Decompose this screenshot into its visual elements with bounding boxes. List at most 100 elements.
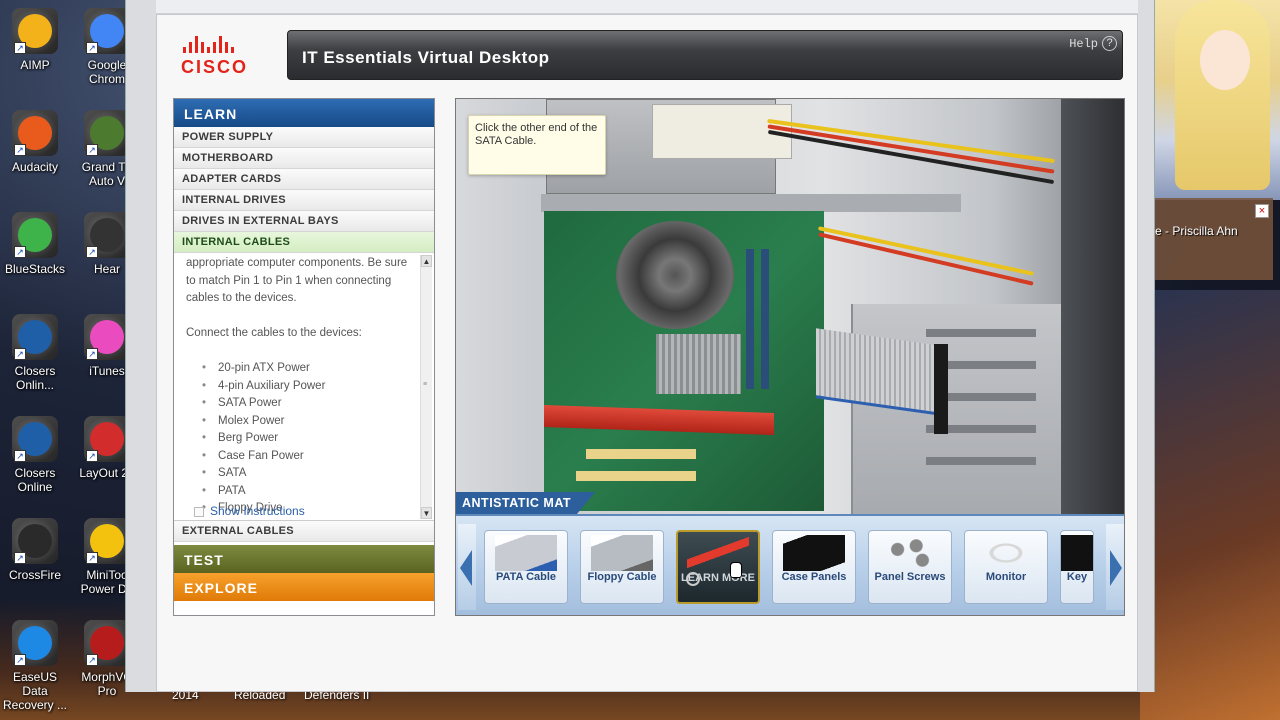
tray-item-label[interactable]: Key: [1061, 571, 1093, 583]
menu-item-external-cables[interactable]: EXTERNAL CABLES: [174, 521, 434, 542]
learn-menu: POWER SUPPLY MOTHERBOARD ADAPTER CARDS INTE…: [174, 127, 434, 253]
tray-item[interactable]: Case Panels: [772, 530, 856, 604]
cable-list-item: Berg Power: [208, 430, 412, 448]
desktop-icon[interactable]: ↗ BlueStacks: [0, 212, 70, 276]
computer-viewer[interactable]: Click the other end of the SATA Cable. A…: [455, 98, 1125, 616]
pci-slot: [576, 471, 696, 481]
desktop-icon[interactable]: ↗ Closers Onlin...: [0, 314, 70, 392]
keyboard-icon[interactable]: [1061, 535, 1093, 571]
section-learn[interactable]: LEARN: [174, 99, 434, 127]
tray-scroll-left[interactable]: [458, 524, 476, 610]
monitor-cable-icon[interactable]: [975, 535, 1037, 571]
shortcut-arrow-icon: ↗: [14, 552, 26, 564]
tray-scroll-right[interactable]: [1106, 524, 1124, 610]
app-title: IT Essentials Virtual Desktop: [302, 48, 550, 67]
desktop-icon-label[interactable]: Audacity: [0, 160, 70, 174]
menu-item-power-supply[interactable]: POWER SUPPLY: [174, 127, 434, 148]
show-instructions-label[interactable]: Show Instructions: [210, 504, 305, 518]
tray-item[interactable]: Monitor: [964, 530, 1048, 604]
tray-item[interactable]: Panel Screws: [868, 530, 952, 604]
cable-list-item: SATA Power: [208, 395, 412, 413]
cable-list-item: Case Fan Power: [208, 448, 412, 466]
tray-item[interactable]: Floppy Cable: [580, 530, 664, 604]
chassis-frame: [541, 194, 961, 212]
cable-list-item: SATA: [208, 465, 412, 483]
aimp-icon[interactable]: ↗: [12, 8, 58, 54]
shortcut-arrow-icon: ↗: [86, 42, 98, 54]
desktop-icon[interactable]: ↗ CrossFire: [0, 518, 70, 582]
scroll-up-icon[interactable]: ▲: [421, 255, 432, 267]
desktop-icon-label[interactable]: Closers Online: [0, 466, 70, 494]
case-panels-icon[interactable]: [783, 535, 845, 571]
audacity-icon[interactable]: ↗: [12, 110, 58, 156]
desktop-icon-label[interactable]: EaseUS Data Recovery ...: [0, 670, 70, 712]
hear-icon[interactable]: ↗: [84, 212, 130, 258]
gta-icon[interactable]: ↗: [84, 110, 130, 156]
shortcut-arrow-icon: ↗: [14, 42, 26, 54]
desktop-icon-label[interactable]: AIMP: [0, 58, 70, 72]
ribbon-connector[interactable]: [934, 344, 948, 434]
tray-item[interactable]: LEARN MORE: [676, 530, 760, 604]
tray-item[interactable]: PATA Cable: [484, 530, 568, 604]
cpu-fan-icon: [616, 221, 734, 329]
cisco-logo: CISCO: [181, 35, 261, 79]
scroll-grip-icon[interactable]: ≡: [423, 381, 429, 388]
menu-item-adapter-cards[interactable]: ADAPTER CARDS: [174, 169, 434, 190]
menu-item-internal-drives[interactable]: INTERNAL DRIVES: [174, 190, 434, 211]
chrome-icon[interactable]: ↗: [84, 8, 130, 54]
desktop-icon[interactable]: ↗ EaseUS Data Recovery ...: [0, 620, 70, 712]
easeus-icon[interactable]: ↗: [12, 620, 58, 666]
closers-icon[interactable]: ↗: [12, 416, 58, 462]
bluestacks-icon[interactable]: ↗: [12, 212, 58, 258]
section-explore[interactable]: EXPLORE: [174, 573, 434, 601]
desktop-icon-label[interactable]: BlueStacks: [0, 262, 70, 276]
help-link[interactable]: Help: [1069, 37, 1098, 51]
morphvox-icon[interactable]: ↗: [84, 620, 130, 666]
magnifier-icon: [686, 572, 700, 586]
desktop-icon[interactable]: ↗ Audacity: [0, 110, 70, 174]
desktop-background-right: [1140, 290, 1280, 720]
arrow-right-icon[interactable]: [1110, 550, 1122, 586]
app-window: CISCO IT Essentials Virtual Desktop Help…: [125, 0, 1155, 692]
tray-item-label[interactable]: Floppy Cable: [581, 571, 663, 583]
tray-item[interactable]: Key: [1060, 530, 1094, 604]
music-widget[interactable]: × e - Priscilla Ahn: [1155, 198, 1273, 280]
menu-item-internal-cables[interactable]: INTERNAL CABLES: [174, 232, 434, 253]
instructions-area: appropriate computer components. Be sure…: [174, 253, 434, 521]
help-icon[interactable]: ?: [1102, 36, 1117, 51]
cisco-wordmark: CISCO: [181, 57, 249, 77]
desktop-icon[interactable]: ↗ Closers Online: [0, 416, 70, 494]
close-icon[interactable]: ×: [1255, 204, 1269, 218]
ram-slot: [746, 249, 754, 389]
pata-cable-icon[interactable]: [495, 535, 557, 571]
power-wire: [767, 124, 1055, 174]
crossfire-icon[interactable]: ↗: [12, 518, 58, 564]
drive-bay-slot: [926, 329, 1036, 337]
desktop-icon-label[interactable]: CrossFire: [0, 568, 70, 582]
shortcut-arrow-icon: ↗: [14, 246, 26, 258]
section-test[interactable]: TEST: [174, 545, 434, 573]
shortcut-arrow-icon: ↗: [86, 348, 98, 360]
scroll-down-icon[interactable]: ▼: [421, 507, 432, 519]
desktop-icon-label[interactable]: Closers Onlin...: [0, 364, 70, 392]
floppy-cable-icon[interactable]: [591, 535, 653, 571]
tray-item-label[interactable]: Case Panels: [773, 571, 855, 583]
minitool-icon[interactable]: ↗: [84, 518, 130, 564]
menu-item-motherboard[interactable]: MOTHERBOARD: [174, 148, 434, 169]
checkbox-icon[interactable]: [194, 506, 204, 517]
layout-icon[interactable]: ↗: [84, 416, 130, 462]
computer-interior-scene[interactable]: Click the other end of the SATA Cable. A…: [456, 99, 1124, 514]
desktop-icon[interactable]: ↗ AIMP: [0, 8, 70, 72]
closers-icon[interactable]: ↗: [12, 314, 58, 360]
instructions-scrollbar[interactable]: ▲ ≡ ▼: [420, 255, 432, 519]
tray-item-label[interactable]: Monitor: [965, 571, 1047, 583]
panel-screws-icon[interactable]: [879, 535, 941, 571]
itunes-icon[interactable]: ↗: [84, 314, 130, 360]
tray-item-label[interactable]: Panel Screws: [869, 571, 951, 583]
shortcut-arrow-icon: ↗: [86, 246, 98, 258]
show-instructions-toggle[interactable]: Show Instructions: [194, 504, 305, 518]
tray-item-label[interactable]: PATA Cable: [485, 571, 567, 583]
arrow-left-icon[interactable]: [460, 550, 472, 586]
sata-cable-icon[interactable]: [687, 536, 749, 572]
menu-item-drives-in-external-bays[interactable]: DRIVES IN EXTERNAL BAYS: [174, 211, 434, 232]
